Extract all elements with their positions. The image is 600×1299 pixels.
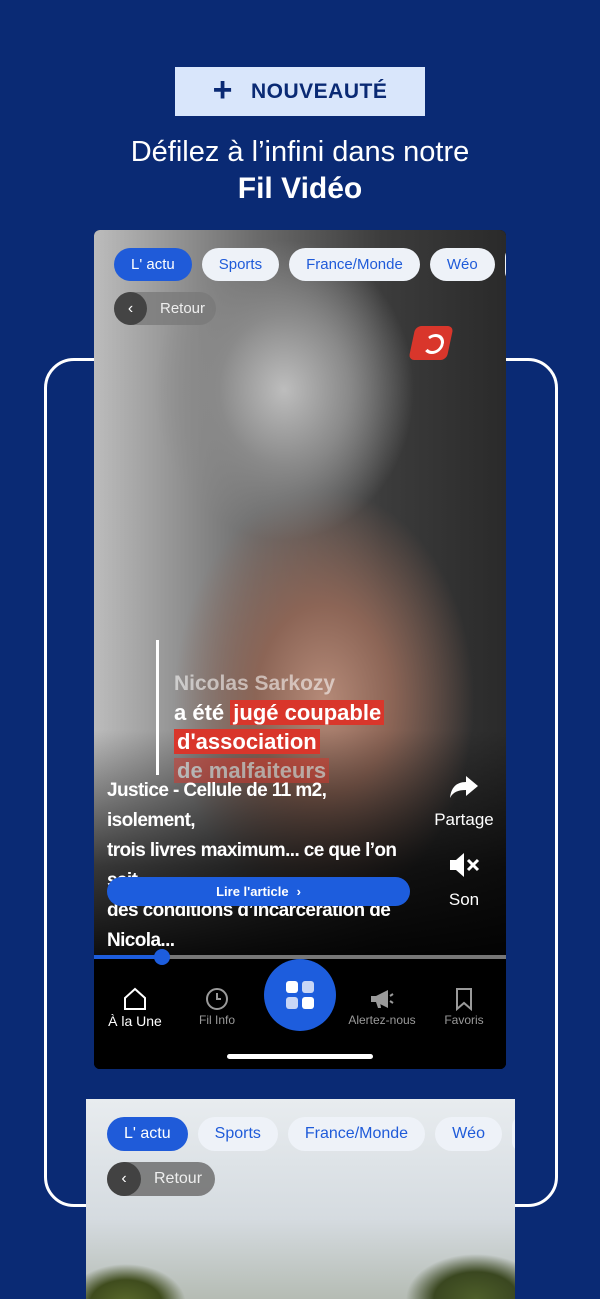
preview-back-label: Retour — [154, 1170, 203, 1187]
video-feed-screen-preview: L' actu Sports France/Monde Wéo ‹ Retour — [86, 1099, 515, 1299]
overlay-line-a-highlight: jugé coupable — [230, 700, 385, 725]
preview-chip-more[interactable] — [511, 1117, 515, 1151]
share-button[interactable]: Partage — [424, 774, 504, 830]
headline-line-1: Défilez à l’infini dans notre — [130, 136, 470, 168]
story-title-line-1: Justice - Cellule de 11 m2, isolement, — [107, 780, 327, 831]
badge-label: NOUVEAUTÉ — [251, 79, 388, 103]
tab-favoris[interactable]: Favoris — [423, 985, 505, 1027]
overlay-line-a-plain: a été — [174, 700, 231, 725]
preview-chip-weo[interactable]: Wéo — [435, 1117, 502, 1151]
tab-alertez-nous-label: Alertez-nous — [348, 1013, 416, 1027]
share-icon — [424, 774, 504, 807]
sound-button[interactable]: Son — [424, 850, 504, 910]
grid-icon — [286, 981, 314, 1009]
chevron-left-icon: ‹ — [114, 292, 147, 325]
tab-a-la-une[interactable]: À la Une — [94, 985, 176, 1029]
preview-chip-france-monde[interactable]: France/Monde — [287, 1117, 426, 1151]
video-progress-handle[interactable] — [153, 949, 170, 965]
story-title[interactable]: Justice - Cellule de 11 m2, isolement, t… — [107, 776, 417, 956]
video-progress-fill — [94, 955, 162, 959]
speaker-muted-icon — [424, 850, 504, 887]
sound-label: Son — [448, 890, 480, 909]
back-label: Retour — [160, 300, 206, 317]
tab-a-la-une-label: À la Une — [108, 1013, 162, 1029]
tab-alertez-nous[interactable]: Alertez-nous — [341, 985, 423, 1027]
preview-back-button[interactable]: ‹ Retour — [107, 1162, 215, 1196]
bookmark-icon — [423, 985, 505, 1013]
tab-fil-info-label: Fil Info — [198, 1013, 235, 1027]
new-feature-badge: + NOUVEAUTÉ — [175, 67, 425, 116]
chip-weo[interactable]: Wéo — [429, 248, 495, 281]
headline-line-2: Fil Vidéo — [237, 172, 363, 205]
overlay-accent-bar — [156, 640, 159, 775]
tab-fil-info[interactable]: Fil Info — [176, 985, 258, 1027]
brand-logo — [408, 326, 454, 360]
bottom-tab-bar: À la Une Fil Info Alertez-nous Favoris — [94, 959, 506, 1069]
preview-category-chips: L' actu Sports France/Monde Wéo — [107, 1117, 515, 1151]
chevron-right-icon: › — [296, 884, 301, 899]
overlay-name: Nicolas Sarkozy — [174, 672, 336, 695]
back-button[interactable]: ‹ Retour — [114, 292, 216, 325]
chip-france-monde[interactable]: France/Monde — [289, 248, 420, 281]
chevron-left-icon: ‹ — [107, 1162, 141, 1196]
read-article-label: Lire l'article — [216, 884, 289, 899]
clock-icon — [176, 985, 258, 1013]
video-feed-screen: L' actu Sports France/Monde Wéo ‹ Retour… — [94, 230, 506, 1069]
home-icon — [94, 985, 176, 1013]
plus-icon: + — [212, 71, 233, 109]
video-feed-button[interactable] — [264, 959, 336, 1031]
home-indicator — [227, 1054, 373, 1059]
tab-favoris-label: Favoris — [444, 1013, 484, 1027]
read-article-button[interactable]: Lire l'article › — [107, 877, 410, 906]
preview-chip-sports[interactable]: Sports — [197, 1117, 278, 1151]
share-label: Partage — [434, 810, 494, 829]
overlay-line-b: d'association — [174, 729, 320, 755]
overlay-line-b-highlight: d'association — [174, 729, 320, 754]
chip-sports[interactable]: Sports — [201, 248, 280, 281]
preview-video-frame[interactable] — [86, 1249, 515, 1299]
overlay-line-a: a été jugé coupable — [174, 700, 385, 726]
preview-chip-lactu[interactable]: L' actu — [107, 1117, 188, 1151]
category-chips: L' actu Sports France/Monde Wéo — [114, 248, 506, 281]
chip-lactu[interactable]: L' actu — [114, 248, 192, 281]
megaphone-icon — [341, 985, 423, 1013]
chip-more[interactable] — [504, 248, 506, 281]
